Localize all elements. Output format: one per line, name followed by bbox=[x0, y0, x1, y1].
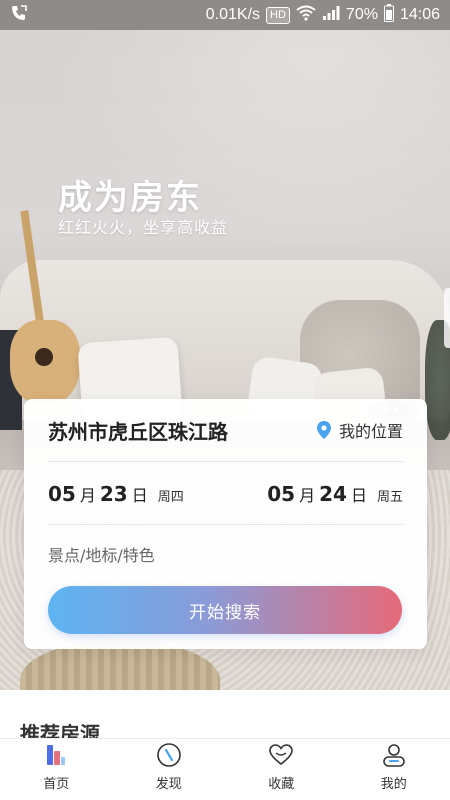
checkin-day: 23 bbox=[99, 481, 128, 506]
tab-mine[interactable]: 我的 bbox=[338, 739, 450, 800]
tab-discover-label: 发现 bbox=[155, 777, 182, 792]
checkin-weekday: 周四 bbox=[157, 489, 184, 505]
location-pin-icon bbox=[316, 421, 331, 439]
location-text[interactable]: 苏州市虎丘区珠江路 bbox=[48, 416, 228, 445]
tab-home-label: 首页 bbox=[43, 777, 70, 792]
checkin-date[interactable]: 05 月 23 日 周四 bbox=[48, 482, 184, 506]
compass-icon bbox=[156, 743, 181, 767]
wifi-icon bbox=[296, 5, 316, 26]
signal-icon bbox=[322, 5, 340, 26]
checkout-month-unit: 月 bbox=[299, 485, 316, 505]
my-location-button[interactable]: 我的位置 bbox=[316, 418, 403, 442]
checkout-weekday: 周五 bbox=[376, 489, 403, 505]
search-card: 苏州市虎丘区珠江路 我的位置 05 月 23 日 周四 05 月 24 日 周五… bbox=[24, 399, 427, 649]
tab-favorites[interactable]: 收藏 bbox=[225, 739, 338, 800]
checkout-month: 05 bbox=[267, 481, 296, 506]
call-forward-icon bbox=[10, 4, 28, 26]
start-search-button[interactable]: 开始搜索 bbox=[48, 586, 402, 634]
checkin-day-unit: 日 bbox=[131, 485, 148, 505]
side-drawer-handle[interactable] bbox=[444, 288, 450, 348]
hero-subtitle: 红红火火，坐享高收益 bbox=[58, 218, 229, 237]
tab-home[interactable]: 首页 bbox=[0, 739, 113, 800]
checkout-day-unit: 日 bbox=[350, 485, 367, 505]
bottom-tab-bar: 首页 发现 收藏 我的 bbox=[0, 738, 450, 800]
battery-percent: 70% bbox=[345, 6, 378, 23]
heart-icon bbox=[269, 744, 294, 766]
status-bar: 0.01K/s HD 70% 14:06 bbox=[0, 0, 450, 30]
tab-favorites-label: 收藏 bbox=[268, 777, 295, 792]
tab-discover[interactable]: 发现 bbox=[113, 739, 226, 800]
hero-title: 成为房东 bbox=[58, 178, 202, 218]
clock: 14:06 bbox=[399, 6, 440, 23]
checkin-month: 05 bbox=[48, 481, 76, 506]
home-icon bbox=[47, 745, 66, 765]
location-row[interactable]: 苏州市虎丘区珠江路 我的位置 bbox=[48, 399, 403, 462]
checkout-day: 24 bbox=[319, 481, 347, 506]
my-location-label: 我的位置 bbox=[338, 422, 403, 441]
user-icon bbox=[382, 744, 405, 767]
keyword-input[interactable]: 景点/地标/特色 bbox=[48, 542, 155, 566]
battery-icon bbox=[383, 3, 394, 27]
wall-shade bbox=[0, 30, 450, 290]
date-row: 05 月 23 日 周四 05 月 24 日 周五 bbox=[48, 463, 403, 525]
hd-badge: HD bbox=[266, 6, 290, 24]
checkin-month-unit: 月 bbox=[79, 485, 96, 505]
network-speed: 0.01K/s bbox=[205, 6, 261, 23]
checkout-date[interactable]: 05 月 24 日 周五 bbox=[267, 482, 403, 506]
guitar-hole-illustration bbox=[35, 348, 53, 366]
tab-mine-label: 我的 bbox=[380, 777, 407, 792]
keyword-row[interactable]: 景点/地标/特色 bbox=[48, 526, 403, 582]
